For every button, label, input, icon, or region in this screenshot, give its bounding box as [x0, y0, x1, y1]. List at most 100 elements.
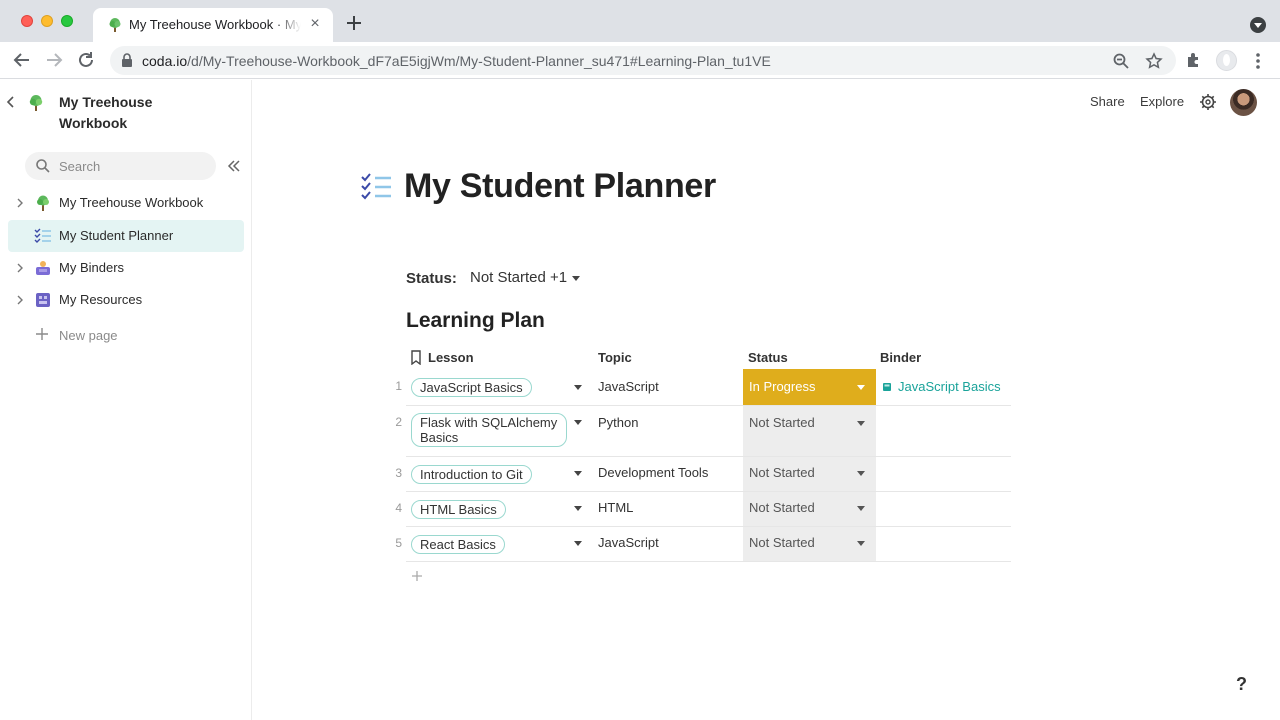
status-value: Not Started: [749, 535, 815, 550]
sidebar-item-my-resources[interactable]: My Resources: [8, 284, 244, 316]
chevron-down-icon[interactable]: [574, 385, 582, 390]
browser-toolbar: coda.io/d/My-Treehouse-Workbook_dF7aE5ig…: [0, 42, 1280, 79]
lesson-chip[interactable]: React Basics: [411, 535, 505, 554]
sidebar-item-my-binders[interactable]: My Binders: [8, 252, 244, 284]
profile-icon[interactable]: [1216, 50, 1237, 71]
zoom-icon[interactable]: [1112, 52, 1130, 70]
search-input[interactable]: [59, 157, 209, 175]
reload-icon[interactable]: [76, 50, 96, 70]
tree-icon: [37, 195, 49, 211]
chevron-right-icon[interactable]: [15, 294, 25, 306]
chevron-down-icon: [572, 275, 581, 281]
status-value: Not Started: [749, 465, 815, 480]
sidebar-item-my-student-planner[interactable]: My Student Planner: [8, 220, 244, 252]
column-header-binder[interactable]: Binder: [880, 350, 921, 365]
add-row-icon[interactable]: [411, 570, 423, 582]
table-row[interactable]: 5 React Basics JavaScript Not Started: [395, 527, 1011, 562]
share-button[interactable]: Share: [1090, 94, 1125, 109]
search-icon: [36, 159, 50, 173]
chevron-down-icon[interactable]: [574, 471, 582, 476]
collapse-sidebar-icon[interactable]: [226, 158, 242, 174]
tab-close-icon[interactable]: ×: [307, 16, 323, 32]
lesson-chip[interactable]: Flask with SQLAlchemy Basics: [411, 413, 567, 447]
chevron-down-icon[interactable]: [574, 541, 582, 546]
lesson-chip[interactable]: Introduction to Git: [411, 465, 532, 484]
tree-favicon-icon: [109, 18, 121, 32]
window-minimize-button[interactable]: [41, 15, 53, 27]
status-cell[interactable]: In Progress: [743, 369, 876, 405]
gear-icon[interactable]: [1199, 93, 1217, 111]
table-row[interactable]: 4 HTML Basics HTML Not Started: [395, 492, 1011, 527]
browser-menu-icon[interactable]: [1250, 51, 1266, 71]
bookmark-icon: [411, 350, 421, 365]
table-row[interactable]: 1 JavaScript Basics JavaScript In Progre…: [395, 369, 1011, 406]
status-cell[interactable]: Not Started: [743, 527, 876, 561]
row-number: 3: [395, 466, 402, 480]
chevron-down-icon[interactable]: [574, 420, 582, 425]
resources-icon: [36, 293, 50, 307]
status-value: Not Started: [749, 415, 815, 430]
table-row[interactable]: 3 Introduction to Git Development Tools …: [395, 457, 1011, 492]
table-row[interactable]: 2 Flask with SQLAlchemy Basics Python No…: [395, 406, 1011, 457]
back-arrow-icon[interactable]: [12, 50, 32, 70]
sidebar-item-label: My Resources: [59, 292, 143, 307]
sidebar-item-label: My Treehouse Workbook: [59, 195, 204, 210]
new-page-label: New page: [59, 328, 118, 343]
chevron-down-icon[interactable]: [857, 506, 865, 511]
back-chevron-icon[interactable]: [5, 94, 17, 110]
status-cell[interactable]: Not Started: [743, 406, 876, 456]
avatar[interactable]: [1230, 89, 1257, 116]
help-button[interactable]: ?: [1236, 674, 1247, 695]
browser-tab-active[interactable]: My Treehouse Workbook · My Student Plann…: [93, 8, 333, 42]
tab-title: My Treehouse Workbook · My Student Plann…: [129, 17, 301, 32]
binder-link[interactable]: JavaScript Basics: [882, 379, 1001, 394]
column-header-status[interactable]: Status: [748, 350, 788, 365]
status-cell[interactable]: Not Started: [743, 492, 876, 526]
sidebar-item-my-treehouse-workbook[interactable]: My Treehouse Workbook: [8, 187, 244, 219]
status-cell[interactable]: Not Started: [743, 457, 876, 491]
chevron-down-icon[interactable]: [857, 385, 865, 390]
topic-cell: Python: [598, 415, 639, 430]
topic-cell: JavaScript: [598, 379, 659, 394]
chevron-right-icon[interactable]: [15, 262, 25, 274]
chevron-down-icon[interactable]: [857, 471, 865, 476]
row-number: 5: [395, 536, 402, 550]
filter-value-text: Not Started +1: [470, 269, 568, 286]
column-header-lesson[interactable]: Lesson: [428, 350, 474, 365]
window-close-button[interactable]: [21, 15, 33, 27]
topic-cell: JavaScript: [598, 535, 659, 550]
status-value: In Progress: [749, 379, 816, 394]
lesson-chip[interactable]: JavaScript Basics: [411, 378, 532, 397]
chevron-right-icon[interactable]: [15, 197, 25, 209]
row-number: 1: [395, 379, 402, 393]
tree-icon: [29, 95, 43, 111]
chevron-down-icon[interactable]: [574, 506, 582, 511]
new-page-button[interactable]: New page: [8, 320, 244, 352]
lock-icon: [122, 53, 132, 67]
chevron-down-icon[interactable]: [857, 421, 865, 426]
status-filter-dropdown[interactable]: Not Started +1: [466, 266, 584, 290]
topic-cell: Development Tools: [598, 465, 709, 480]
binder-icon: [36, 261, 50, 275]
forward-arrow-icon[interactable]: [44, 50, 64, 70]
checklist-icon: [34, 228, 51, 243]
new-tab-icon[interactable]: [344, 13, 364, 33]
row-number: 4: [395, 501, 402, 515]
chevron-down-icon[interactable]: [857, 541, 865, 546]
bookmark-star-icon[interactable]: [1145, 52, 1163, 70]
address-bar[interactable]: coda.io/d/My-Treehouse-Workbook_dF7aE5ig…: [110, 46, 1176, 75]
window-zoom-button[interactable]: [61, 15, 73, 27]
lesson-chip[interactable]: HTML Basics: [411, 500, 506, 519]
page-title: My Student Planner: [404, 167, 716, 205]
sidebar-item-label: My Student Planner: [59, 228, 174, 243]
column-header-topic[interactable]: Topic: [598, 350, 632, 365]
topic-cell: HTML: [598, 500, 634, 515]
explore-button[interactable]: Explore: [1140, 94, 1184, 109]
extensions-puzzle-icon[interactable]: [1185, 51, 1203, 69]
sidebar: My Treehouse Workbook My Treehouse Workb…: [0, 80, 252, 720]
status-value: Not Started: [749, 500, 815, 515]
sidebar-search[interactable]: [25, 152, 216, 180]
tab-search-icon[interactable]: [1250, 17, 1266, 33]
doc-title[interactable]: My Treehouse Workbook: [59, 92, 219, 134]
checklist-icon: [361, 173, 391, 200]
